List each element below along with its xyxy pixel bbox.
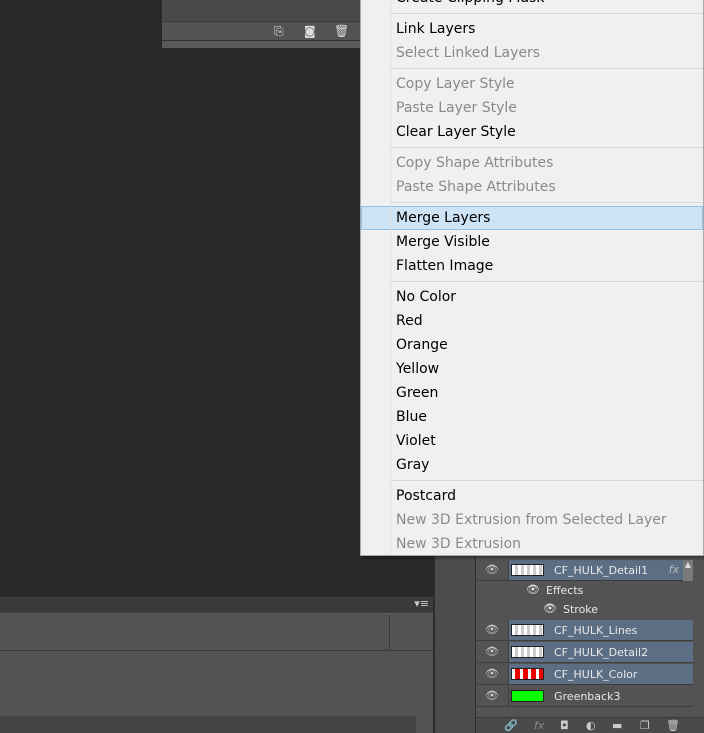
layers-footer: 🔗 fx ◘ ◐ ▬ ❐ 🗑 — [476, 717, 704, 733]
scrollbar-up[interactable]: ▲ — [683, 560, 693, 581]
layer-thumbnail — [511, 646, 544, 658]
menu-item-violet[interactable]: Violet — [361, 429, 703, 453]
menu-item-select-linked-layers: Select Linked Layers — [396, 45, 541, 61]
panel-bottom — [0, 716, 416, 733]
layer-row[interactable]: 👁 CF_HULK_Lines — [476, 620, 693, 641]
eye-icon[interactable]: 👁 — [485, 623, 499, 636]
fx-icon[interactable]: fx — [534, 719, 544, 732]
menu-item-clear-layer-style[interactable]: Clear Layer Style — [361, 120, 703, 144]
menu-item-link-layers[interactable]: Link Layers — [361, 17, 703, 41]
menu-item-paste-shape-attributes: Paste Shape Attributes — [396, 179, 556, 195]
eye-icon[interactable]: 👁 — [485, 645, 499, 658]
layer-row[interactable]: 👁 Greenback3 — [476, 686, 693, 707]
panel-field — [0, 615, 390, 651]
bottom-panel: ▾≡ — [0, 597, 433, 733]
context-menu: Create Clipping Mask Link Layers Select L… — [360, 0, 704, 556]
eye-icon[interactable]: 👁 — [526, 583, 540, 596]
menu-item-flatten-image[interactable]: Flatten Image — [361, 254, 703, 278]
new-layer-icon[interactable]: ❐ — [640, 719, 650, 732]
mask-icon[interactable]: ◘ — [560, 719, 569, 732]
eye-icon[interactable]: 👁 — [543, 602, 557, 615]
menu-item-new-3d-extrusion-from-selected-layer: New 3D Extrusion from Selected Layer — [396, 512, 667, 528]
history-panel: ⎘ ◙ 🗑 — [162, 0, 362, 48]
layer-thumbnail — [511, 624, 544, 636]
resize-grip[interactable] — [162, 40, 362, 48]
menu-item-green[interactable]: Green — [361, 381, 703, 405]
menu-item-orange[interactable]: Orange — [361, 333, 703, 357]
menu-item-copy-shape-attributes: Copy Shape Attributes — [396, 155, 554, 171]
panel-field-side — [390, 615, 433, 651]
layer-row[interactable]: 👁 CF_HULK_Detail2 — [476, 642, 693, 663]
camera-icon[interactable]: ◙ — [304, 24, 316, 38]
trash-icon[interactable]: 🗑 — [334, 24, 349, 38]
layer-row[interactable]: 👁 CF_HULK_Detail1 fx ▲ — [476, 560, 693, 581]
folder-icon[interactable]: ▬ — [612, 719, 622, 732]
menu-item-gray[interactable]: Gray — [361, 453, 703, 477]
layer-thumbnail — [511, 690, 544, 702]
eye-icon[interactable]: 👁 — [485, 563, 499, 576]
menu-separator — [391, 202, 703, 203]
menu-item-postcard[interactable]: Postcard — [361, 484, 703, 508]
new-document-from-state-icon[interactable]: ⎘ — [274, 24, 284, 39]
layer-thumbnail — [511, 564, 544, 576]
eye-icon[interactable]: 👁 — [485, 667, 499, 680]
eye-icon[interactable]: 👁 — [485, 689, 499, 702]
trash-icon[interactable]: 🗑 — [666, 719, 680, 732]
fx-icon[interactable]: fx — [669, 563, 679, 576]
menu-separator — [391, 68, 703, 69]
adjustment-icon[interactable]: ◐ — [586, 719, 596, 732]
menu-item-red[interactable]: Red — [361, 309, 703, 333]
menu-item-paste-layer-style: Paste Layer Style — [396, 100, 517, 116]
history-panel-footer: ⎘ ◙ 🗑 — [162, 21, 362, 40]
effects-label[interactable]: Effects — [546, 584, 583, 597]
menu-item-new-3d-extrusion: New 3D Extrusion — [396, 536, 521, 552]
layer-row[interactable]: 👁 CF_HULK_Color — [476, 664, 693, 685]
menu-item-create-clipping-mask[interactable]: Create Clipping Mask — [361, 0, 544, 10]
menu-item-no-color[interactable]: No Color — [361, 285, 703, 309]
panel-header: ▾≡ — [0, 597, 433, 614]
stroke-label[interactable]: Stroke — [563, 603, 598, 616]
menu-item-yellow[interactable]: Yellow — [361, 357, 703, 381]
menu-item-merge-visible[interactable]: Merge Visible — [361, 230, 703, 254]
menu-separator — [391, 147, 703, 148]
panel-dock — [433, 556, 475, 733]
link-icon[interactable]: 🔗 — [504, 719, 518, 732]
layers-panel: 👁 CF_HULK_Detail1 fx ▲ 👁 Effects 👁 Stroke … — [475, 556, 704, 733]
menu-separator — [391, 281, 703, 282]
menu-item-copy-layer-style: Copy Layer Style — [396, 76, 515, 92]
panel-menu-icon[interactable]: ▾≡ — [414, 597, 429, 610]
layer-thumbnail — [511, 668, 544, 680]
menu-item-blue[interactable]: Blue — [361, 405, 703, 429]
menu-separator — [391, 480, 703, 481]
menu-item-merge-layers[interactable]: Merge Layers — [361, 206, 703, 230]
